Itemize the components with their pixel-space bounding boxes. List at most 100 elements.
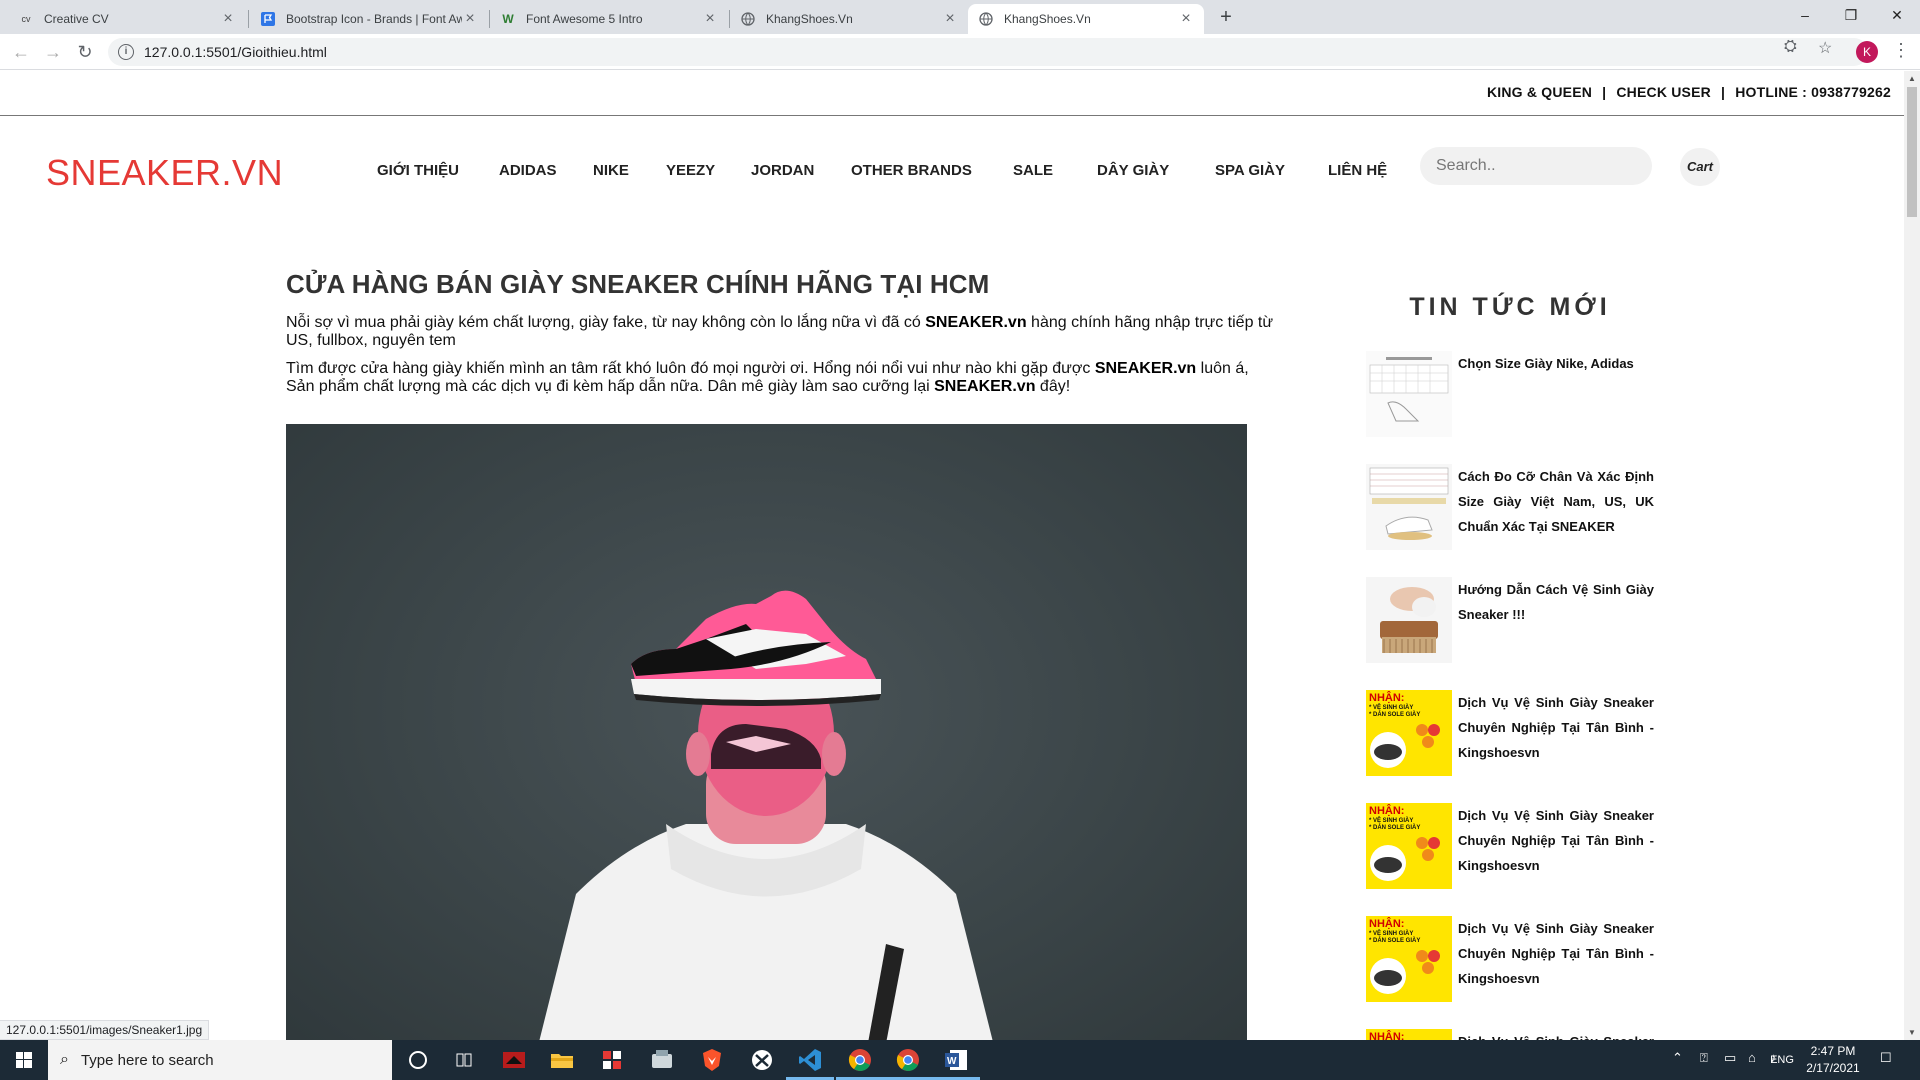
cleaning-brush-thumbnail[interactable] xyxy=(1366,577,1452,663)
cart-button[interactable]: Cart xyxy=(1680,148,1720,186)
scrollbar-thumb[interactable] xyxy=(1907,87,1917,217)
globe-icon xyxy=(740,11,756,27)
close-icon[interactable]: × xyxy=(220,10,236,28)
close-icon[interactable]: × xyxy=(702,10,718,28)
hotline-text: HOTLINE : 0938779262 xyxy=(1735,84,1891,100)
task-view-icon[interactable] xyxy=(450,1046,478,1074)
address-bar[interactable]: i 127.0.0.1:5501/Gioithieu.html xyxy=(108,38,1868,66)
article: CỬA HÀNG BÁN GIÀY SNEAKER CHÍNH HÃNG TẠI… xyxy=(286,269,1281,406)
nav-item-jordan[interactable]: JORDAN xyxy=(751,162,814,179)
brand-name: SNEAKER.vn xyxy=(1094,360,1197,377)
news-title[interactable]: Hướng Dẫn Cách Vệ Sinh Giày Sneaker !!! xyxy=(1458,577,1654,627)
tray-chevron-icon[interactable]: ⌃ xyxy=(1672,1050,1683,1066)
site-info-icon[interactable]: i xyxy=(118,44,134,60)
file-explorer-icon[interactable] xyxy=(548,1046,576,1074)
nav-item-yeezy[interactable]: YEEZY xyxy=(666,162,715,179)
url-text: 127.0.0.1:5501/Gioithieu.html xyxy=(144,44,327,60)
help-icon[interactable]: ⍰ xyxy=(1700,1050,1708,1066)
size-chart-thumbnail[interactable] xyxy=(1366,464,1452,550)
article-paragraph-2: Tìm được cửa hàng giày khiến mình an tâm… xyxy=(286,360,1249,395)
w3-icon: W xyxy=(502,12,514,26)
nav-item-lien-he[interactable]: LIÊN HỆ xyxy=(1328,162,1387,179)
check-user-link[interactable]: CHECK USER xyxy=(1616,84,1711,100)
bookmark-star-icon[interactable]: ☆ xyxy=(1818,38,1832,58)
browser-menu-icon[interactable]: ⋮ xyxy=(1892,40,1910,61)
news-title[interactable]: Cách Đo Cỡ Chân Và Xác Định Size Giày Vi… xyxy=(1458,464,1654,539)
chrome-icon[interactable] xyxy=(884,1046,932,1080)
windows-start-icon[interactable] xyxy=(0,1040,48,1080)
promo-label: NHẬN: xyxy=(1369,1031,1405,1040)
tab-khangshoes[interactable]: KhangShoes.Vn × xyxy=(730,4,968,34)
promo-thumbnail[interactable]: NHẬN: * VỆ SINH GIÀY * DÁN SOLE GIÀY xyxy=(1366,803,1452,889)
news-title[interactable]: Chọn Size Giày Nike, Adidas xyxy=(1458,351,1654,376)
tab-bootstrap-icon[interactable]: Bootstrap Icon - Brands | Font Aw × xyxy=(250,4,488,34)
tab-title: KhangShoes.Vn xyxy=(766,12,853,26)
globe-icon xyxy=(978,11,994,27)
brand-name: SNEAKER.vn xyxy=(925,314,1027,331)
hero-sneaker-image[interactable] xyxy=(286,424,1247,1040)
brave-browser-icon[interactable] xyxy=(698,1046,726,1074)
news-title[interactable]: Dịch Vụ Vệ Sinh Giày Sneaker Chuyên Nghi… xyxy=(1458,916,1654,991)
windows-taskbar: ⌕ Type here to search W ⌃ ⍰ ▭ ⌂ ♪ ENG 2:… xyxy=(0,1040,1920,1080)
nav-item-nike[interactable]: NIKE xyxy=(593,162,629,179)
tab-title: KhangShoes.Vn xyxy=(1004,12,1091,26)
reload-icon[interactable]: ↻ xyxy=(74,41,96,63)
scroll-up-arrow-icon[interactable]: ▲ xyxy=(1908,74,1916,83)
notification-icon[interactable]: ☐ xyxy=(1880,1050,1892,1066)
restore-icon[interactable]: ❐ xyxy=(1828,0,1874,30)
game-app-icon[interactable] xyxy=(500,1046,528,1074)
cortana-icon[interactable] xyxy=(404,1046,432,1074)
forward-arrow-icon[interactable]: → xyxy=(42,41,64,63)
nav-item-gioi-thieu[interactable]: GIỚI THIỆU xyxy=(377,162,459,179)
nav-item-sale[interactable]: SALE xyxy=(1013,162,1053,179)
separator: | xyxy=(1602,84,1607,100)
nav-item-day-giay[interactable]: DÂY GIÀY xyxy=(1097,162,1169,179)
clock-time: 2:47 PM xyxy=(1810,1044,1856,1058)
nav-item-other-brands[interactable]: OTHER BRANDS xyxy=(851,162,972,179)
page-scrollbar[interactable]: ▲ ▼ xyxy=(1904,71,1920,1040)
news-title[interactable]: Dịch Vụ Vệ Sinh Giày Sneaker Chuyên Nghi… xyxy=(1458,1029,1654,1040)
nav-item-spa-giay[interactable]: SPA GIÀY xyxy=(1215,162,1285,179)
language-indicator[interactable]: ENG xyxy=(1766,1052,1798,1069)
tab-font-awesome[interactable]: W Font Awesome 5 Intro × xyxy=(490,4,728,34)
tab-khangshoes-active[interactable]: KhangShoes.Vn × xyxy=(968,4,1204,34)
size-chart-thumbnail[interactable] xyxy=(1366,351,1452,437)
minimize-icon[interactable]: – xyxy=(1782,0,1828,30)
web-page: KING & QUEEN | CHECK USER | HOTLINE : 09… xyxy=(0,71,1904,1040)
nav-item-adidas[interactable]: ADIDAS xyxy=(499,162,557,179)
taskbar-search[interactable]: ⌕ Type here to search xyxy=(48,1040,392,1080)
promo-thumbnail[interactable]: NHẬN: * VỆ SINH GIÀY * DÁN SOLE GIÀY xyxy=(1366,690,1452,776)
browser-tab-strip: cv Creative CV × Bootstrap Icon - Brands… xyxy=(0,0,1920,34)
king-queen-link[interactable]: KING & QUEEN xyxy=(1487,84,1592,100)
xbox-icon[interactable] xyxy=(748,1046,776,1074)
scroll-down-arrow-icon[interactable]: ▼ xyxy=(1908,1028,1916,1037)
word-icon[interactable]: W xyxy=(932,1046,980,1080)
separator: | xyxy=(1721,84,1726,100)
news-title[interactable]: Dịch Vụ Vệ Sinh Giày Sneaker Chuyên Nghi… xyxy=(1458,803,1654,878)
tab-title: Bootstrap Icon - Brands | Font Aw xyxy=(286,12,462,26)
clock[interactable]: 2:47 PM 2/17/2021 xyxy=(1798,1043,1868,1077)
translate-icon[interactable]: ⛭ xyxy=(1784,38,1797,56)
chrome-icon[interactable] xyxy=(836,1046,884,1080)
news-sidebar: TIN TỨC MỚI Chọn Size Giày Nike, Adidas … xyxy=(1366,293,1654,1040)
search-icon: ⌕ xyxy=(60,1051,69,1068)
sneaker-photo-illustration xyxy=(539,590,993,1040)
battery-icon[interactable]: ▭ xyxy=(1724,1050,1736,1066)
window-close-icon[interactable]: ✕ xyxy=(1874,0,1920,30)
network-icon[interactable]: ⌂ xyxy=(1748,1050,1756,1065)
profile-avatar[interactable]: K xyxy=(1856,41,1878,63)
promo-thumbnail[interactable]: NHẬN: * VỆ SINH GIÀY * DÁN SOLE GIÀY xyxy=(1366,916,1452,1002)
snipping-tool-icon[interactable] xyxy=(598,1046,626,1074)
app-icon[interactable] xyxy=(648,1046,676,1074)
search-input[interactable] xyxy=(1420,147,1652,185)
news-title[interactable]: Dịch Vụ Vệ Sinh Giày Sneaker Chuyên Nghi… xyxy=(1458,690,1654,765)
promo-thumbnail[interactable]: NHẬN: xyxy=(1366,1029,1452,1040)
close-icon[interactable]: × xyxy=(462,10,478,28)
tab-creative-cv[interactable]: cv Creative CV × xyxy=(8,4,246,34)
close-icon[interactable]: × xyxy=(1178,10,1194,28)
new-tab-plus-icon[interactable]: + xyxy=(1215,6,1237,28)
site-logo[interactable]: SNEAKER.VN xyxy=(46,152,283,194)
vscode-icon[interactable] xyxy=(786,1046,834,1080)
close-icon[interactable]: × xyxy=(942,10,958,28)
back-arrow-icon[interactable]: ← xyxy=(10,41,32,63)
